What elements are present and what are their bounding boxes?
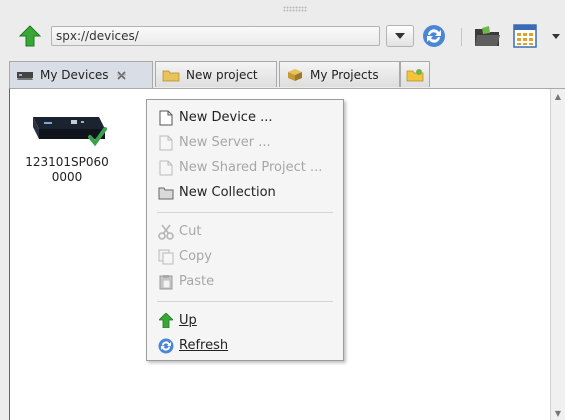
chevron-down-icon [552, 33, 560, 39]
menu-item-new-device[interactable]: New Device ... [147, 105, 343, 130]
folder-button[interactable] [472, 22, 502, 50]
device-label: 123101SP060 0000 [25, 155, 109, 184]
folder-add-icon [406, 68, 424, 81]
context-menu: New Device ... New Server ... New Shared… [146, 99, 344, 361]
tab-my-projects[interactable]: My Projects [279, 61, 400, 87]
device-item[interactable]: 123101SP060 0000 [22, 107, 112, 185]
scroll-up-arrow[interactable]: ▲ [551, 89, 565, 103]
dropdown-arrow-icon [395, 33, 405, 39]
refresh-button[interactable] [420, 22, 448, 50]
grid-view-icon [513, 24, 537, 48]
up-arrow-icon [158, 313, 174, 329]
up-arrow-icon[interactable] [18, 24, 42, 48]
menu-separator [157, 301, 333, 302]
document-icon [158, 110, 174, 126]
menu-item-refresh[interactable]: Refresh [147, 333, 343, 358]
device-icon [27, 107, 107, 149]
tab-add[interactable] [400, 61, 430, 87]
tab-my-devices[interactable]: My Devices [9, 61, 153, 88]
toolbar-separator [461, 28, 462, 46]
project-tab-icon [162, 70, 180, 81]
menu-item-up[interactable]: Up [147, 308, 343, 333]
refresh-icon [423, 25, 445, 47]
copy-icon [158, 249, 174, 265]
document-icon [158, 135, 174, 151]
view-dropdown-button[interactable] [550, 26, 562, 46]
menu-item-paste[interactable]: Paste [147, 269, 343, 294]
folder-icon [158, 185, 174, 201]
tab-label: New project [186, 67, 258, 82]
devices-tab-icon [17, 72, 33, 80]
refresh-icon [158, 338, 174, 354]
folder-icon [475, 26, 500, 46]
scroll-down-arrow[interactable]: ▼ [551, 406, 565, 420]
menu-item-new-collection[interactable]: New Collection [147, 180, 343, 205]
path-input[interactable] [51, 26, 380, 46]
close-icon[interactable] [116, 70, 127, 81]
document-icon [158, 160, 174, 176]
menu-item-cut[interactable]: Cut [147, 219, 343, 244]
paste-icon [158, 274, 174, 290]
tab-new-project[interactable]: New project [155, 61, 277, 87]
menu-item-copy[interactable]: Copy [147, 244, 343, 269]
toolbar [0, 14, 565, 60]
path-dropdown-button[interactable] [386, 25, 414, 47]
scissors-icon [158, 224, 174, 240]
tab-label: My Devices [40, 68, 109, 82]
toolbar-grip[interactable] [283, 6, 307, 12]
grid-view-button[interactable] [511, 22, 539, 50]
tab-label: My Projects [310, 67, 379, 82]
projects-tab-icon [288, 68, 302, 81]
menu-item-new-server[interactable]: New Server ... [147, 130, 343, 155]
menu-separator [157, 212, 333, 213]
menu-item-new-shared-project[interactable]: New Shared Project ... [147, 155, 343, 180]
tab-bar: My Devices New project My Projects [9, 61, 565, 88]
vertical-scrollbar[interactable]: ▲ ▼ [550, 89, 565, 420]
